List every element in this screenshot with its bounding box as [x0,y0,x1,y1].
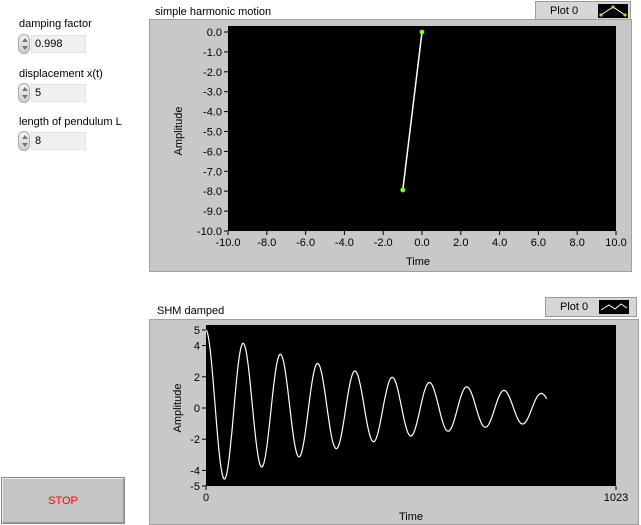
graph2-y-axis-label: Amplitude [172,384,184,433]
graph2-y-tick-label: 5 [194,325,200,337]
stop-button[interactable]: STOP [1,477,125,524]
graph2-y-tick-label: 0 [194,403,200,415]
graph2-y-tick-label: -4 [190,465,200,477]
graph2-y-tick-label: 2 [194,372,200,384]
graph2-x-tick-label: 0 [203,492,209,504]
graph2-y-tick-label: -2 [190,434,200,446]
graph2-plot-area [206,325,616,486]
graph2-chart: 5420-2-4-50 1023TimeAmplitude [172,325,628,523]
graph2-y-tick-label: 4 [194,341,200,353]
graph2-x-tick-label: 1023 [604,492,628,504]
graph2-x-axis-label: Time [399,511,423,523]
graph2-y-tick-label: -5 [190,481,200,493]
